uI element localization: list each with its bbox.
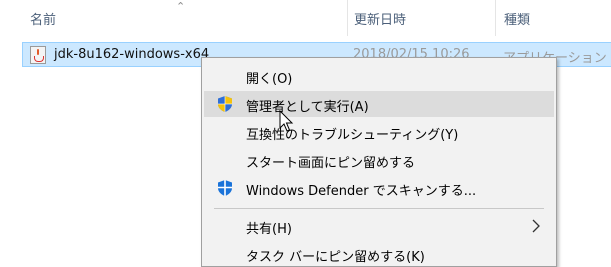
menu-item-label: 共有(H): [246, 222, 292, 237]
file-name: jdk-8u162-windows-x64: [54, 47, 210, 62]
menu-item-open[interactable]: 開く(O): [204, 63, 554, 89]
menu-item-label: タスク バーにピン留めする(K): [246, 250, 425, 265]
java-installer-icon: [30, 46, 46, 64]
column-header-type[interactable]: 種類: [504, 9, 530, 28]
menu-item-pin-to-start[interactable]: スタート画面にピン留めする: [204, 147, 554, 173]
mouse-cursor-icon: [279, 110, 294, 132]
menu-item-label: Windows Defender でスキャンする...: [246, 184, 477, 199]
column-header-name[interactable]: 名前: [30, 9, 56, 28]
menu-item-label: 管理者として実行(A): [246, 100, 369, 115]
menu-item-compat-troubleshoot[interactable]: 互換性のトラブルシューティング(Y): [204, 119, 554, 145]
column-header-date[interactable]: 更新日時: [354, 9, 406, 28]
menu-item-defender-scan[interactable]: Windows Defender でスキャンする...: [204, 175, 554, 201]
column-divider[interactable]: [347, 0, 348, 36]
menu-item-share[interactable]: 共有(H): [204, 213, 554, 239]
menu-item-run-as-admin[interactable]: 管理者として実行(A): [204, 91, 554, 117]
context-menu: 開く(O) 管理者として実行(A) 互換性のトラブルシューティング(Y) スター…: [201, 57, 557, 267]
windows-defender-icon: [218, 180, 232, 196]
menu-item-label: 互換性のトラブルシューティング(Y): [246, 128, 459, 143]
column-header-bar: 名前 ⌃ 更新日時 種類: [0, 0, 611, 36]
column-divider[interactable]: [495, 0, 496, 36]
sort-ascending-icon: ⌃: [176, 0, 186, 13]
menu-item-label: スタート画面にピン留めする: [246, 156, 416, 171]
menu-separator: [214, 208, 544, 209]
chevron-right-icon: [532, 219, 540, 233]
uac-shield-icon: [218, 96, 232, 112]
menu-item-pin-to-taskbar[interactable]: タスク バーにピン留めする(K): [204, 241, 554, 267]
menu-item-label: 開く(O): [246, 72, 293, 87]
